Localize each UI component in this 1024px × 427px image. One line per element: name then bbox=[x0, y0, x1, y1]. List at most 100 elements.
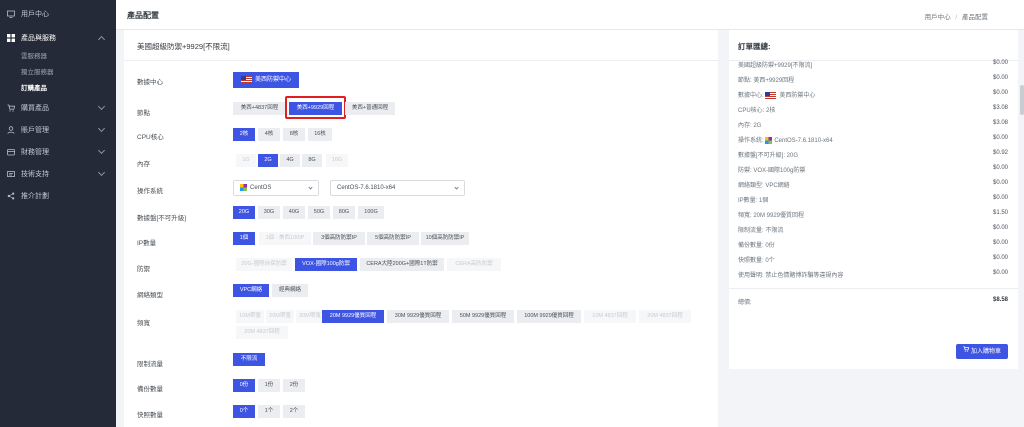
sidebar-item-products[interactable]: 產品與服務 bbox=[0, 27, 116, 49]
summary-line-key: 數據中心: bbox=[738, 93, 764, 99]
memory-option-selected[interactable]: 2G bbox=[258, 154, 278, 167]
disk-option[interactable]: 50G bbox=[308, 206, 330, 219]
ip-option[interactable]: 5個高防防禦IP bbox=[367, 232, 419, 245]
os-version-select[interactable]: CentOS-7.6.1810-x64 bbox=[330, 180, 465, 196]
defense-option-selected[interactable]: VOX-國際100g防禦 bbox=[295, 258, 357, 271]
summary-line: CPU核心: 2核 $3.08 bbox=[738, 105, 1008, 119]
defense-option[interactable]: CERA大陸200G+國際1T防禦 bbox=[360, 258, 444, 271]
summary-line-price: $0.00 bbox=[992, 195, 1008, 201]
scrollbar-thumb[interactable] bbox=[1020, 85, 1024, 115]
sidebar-item-label: 購買產品 bbox=[21, 105, 49, 112]
snapshot-option[interactable]: 2个 bbox=[283, 405, 305, 418]
share-icon bbox=[7, 192, 15, 200]
sidebar-item-label: 技術支持 bbox=[21, 171, 49, 178]
chevron-down-icon bbox=[454, 185, 459, 190]
ip-option-selected[interactable]: 1個 bbox=[233, 232, 255, 245]
sidebar-subitem-dedicated-server[interactable]: 獨立服務器 bbox=[0, 65, 116, 81]
sidebar-item-finance[interactable]: 財務管理 bbox=[0, 141, 116, 163]
bandwidth-option-disabled: 20M帶寬 bbox=[266, 310, 294, 323]
disk-label: 數據盤[不可升級] bbox=[137, 215, 187, 222]
summary-line-detail: 美西防禦中心 bbox=[779, 93, 816, 99]
summary-line-label: 內存: 2G bbox=[738, 123, 762, 129]
summary-line-price: $0.00 bbox=[992, 75, 1008, 81]
summary-line: 限制流量: 不限流 $0.00 bbox=[738, 225, 1008, 239]
memory-option-disabled: 16G bbox=[326, 154, 348, 167]
datacenter-option[interactable]: 美西防禦中心 bbox=[233, 72, 299, 88]
network-option[interactable]: 經典網絡 bbox=[272, 284, 308, 297]
defense-option-disabled: 20G-國際自保防禦 bbox=[236, 258, 292, 271]
product-title: 美國超級防禦+9929[不限流] bbox=[137, 42, 230, 51]
memory-option[interactable]: 4G bbox=[280, 154, 300, 167]
snapshot-option[interactable]: 1个 bbox=[258, 405, 280, 418]
add-to-cart-button[interactable]: 加入購物車 bbox=[956, 344, 1008, 359]
memory-option[interactable]: 8G bbox=[302, 154, 322, 167]
ip-option[interactable]: 3個高防防禦IP bbox=[313, 232, 365, 245]
disk-option-selected[interactable]: 20G bbox=[233, 206, 255, 219]
summary-line-label: 備份數量: 0份 bbox=[738, 243, 775, 249]
os-family-value: CentOS bbox=[250, 185, 272, 191]
summary-line: 網絡類型: VPC網絡 $0.00 bbox=[738, 180, 1008, 194]
cpu-option[interactable]: 16核 bbox=[308, 128, 332, 141]
sidebar-item-label: 賬戶管理 bbox=[21, 127, 49, 134]
wallet-icon bbox=[7, 148, 15, 156]
cart-icon bbox=[963, 344, 970, 359]
summary-line: 頻寬: 20M 9929優質回程 $1.50 bbox=[738, 210, 1008, 224]
os-family-select[interactable]: CentOS bbox=[233, 180, 319, 196]
sidebar-subitem-cloud-server[interactable]: 雲服務器 bbox=[0, 49, 116, 65]
os-version-value: CentOS-7.6.1810-x64 bbox=[337, 185, 396, 191]
bandwidth-option[interactable]: 30M 9929優質回程 bbox=[387, 310, 449, 323]
divider bbox=[729, 288, 1018, 289]
monitor-icon bbox=[7, 10, 15, 18]
summary-line: 美國超級防禦+9929[不限流] $0.00 bbox=[738, 60, 1008, 74]
centos-icon bbox=[240, 183, 247, 191]
backup-option[interactable]: 1份 bbox=[258, 379, 280, 392]
breadcrumb-home-link[interactable]: 用戶中心 bbox=[925, 14, 951, 21]
disk-option[interactable]: 80G bbox=[333, 206, 355, 219]
summary-line-label: 頻寬: 20M 9929優質回程 bbox=[738, 213, 805, 219]
node-option[interactable]: 美西+4837回程 bbox=[233, 102, 286, 115]
summary-line: 內存: 2G $3.08 bbox=[738, 120, 1008, 134]
disk-option[interactable]: 40G bbox=[283, 206, 305, 219]
sidebar-item-support[interactable]: 技術支持 bbox=[0, 163, 116, 185]
datacenter-label: 數據中心 bbox=[137, 79, 163, 86]
network-option-selected[interactable]: VPC網絡 bbox=[233, 284, 269, 297]
bandwidth-option[interactable]: 100M 9929優質回程 bbox=[517, 310, 581, 323]
bandwidth-option-disabled: 10M帶寬 bbox=[236, 310, 264, 323]
defense-label: 防禦 bbox=[137, 266, 150, 273]
summary-line-price: $0.00 bbox=[992, 60, 1008, 66]
summary-line: 數據中心: 美西防禦中心 $0.00 bbox=[738, 90, 1008, 104]
summary-line-label: 節點: 美西+9929回程 bbox=[738, 78, 795, 84]
sidebar-item-label: 用戶中心 bbox=[21, 11, 49, 18]
backup-option[interactable]: 2份 bbox=[283, 379, 305, 392]
traffic-label: 限制流量 bbox=[137, 361, 163, 368]
ip-option[interactable]: 10個高防防禦IP bbox=[421, 232, 469, 245]
bandwidth-option-selected[interactable]: 20M 9929優質回程 bbox=[322, 310, 384, 323]
node-option[interactable]: 美西+普通回程 bbox=[345, 102, 395, 115]
sidebar-item-referral[interactable]: 推介計劃 bbox=[0, 185, 116, 207]
sidebar-item-user-center[interactable]: 用戶中心 bbox=[0, 3, 116, 25]
bandwidth-option-disabled: 30M帶寬 bbox=[296, 310, 324, 323]
sidebar-item-buy[interactable]: 購買產品 bbox=[0, 97, 116, 119]
summary-total: 總價: $8.58 bbox=[738, 297, 1008, 311]
backup-option-selected[interactable]: 0份 bbox=[233, 379, 255, 392]
sidebar: 用戶中心 產品與服務 雲服務器 獨立服務器 訂購產品 購買產品 賬戶管理 財務管… bbox=[0, 0, 116, 427]
summary-line-label: 操作系統: CentOS-7.6.1810-x64 bbox=[738, 135, 833, 144]
sidebar-item-account[interactable]: 賬戶管理 bbox=[0, 119, 116, 141]
sidebar-subitem-ordered-products[interactable]: 訂購產品 bbox=[0, 81, 116, 97]
summary-line: 備份數量: 0份 $0.00 bbox=[738, 240, 1008, 254]
summary-line-label: 快照數量: 0个 bbox=[738, 258, 775, 264]
bandwidth-option-disabled: 20M 4837回程 bbox=[236, 326, 288, 339]
summary-line: 節點: 美西+9929回程 $0.00 bbox=[738, 75, 1008, 89]
bandwidth-option[interactable]: 50M 9929優質回程 bbox=[452, 310, 514, 323]
disk-option[interactable]: 30G bbox=[258, 206, 280, 219]
traffic-option-selected[interactable]: 不限流 bbox=[233, 353, 265, 366]
node-option-selected[interactable]: 美西+9929回程 bbox=[289, 102, 342, 115]
top-bar: 產品配置 用戶中心 / 產品配置 bbox=[116, 0, 1024, 30]
disk-option[interactable]: 100G bbox=[358, 206, 384, 219]
cpu-option[interactable]: 8核 bbox=[283, 128, 305, 141]
summary-line-price: $3.08 bbox=[992, 105, 1008, 111]
cpu-option-selected[interactable]: 2核 bbox=[233, 128, 255, 141]
sidebar-item-label: 財務管理 bbox=[21, 149, 49, 156]
cpu-option[interactable]: 4核 bbox=[258, 128, 280, 141]
snapshot-option-selected[interactable]: 0个 bbox=[233, 405, 255, 418]
